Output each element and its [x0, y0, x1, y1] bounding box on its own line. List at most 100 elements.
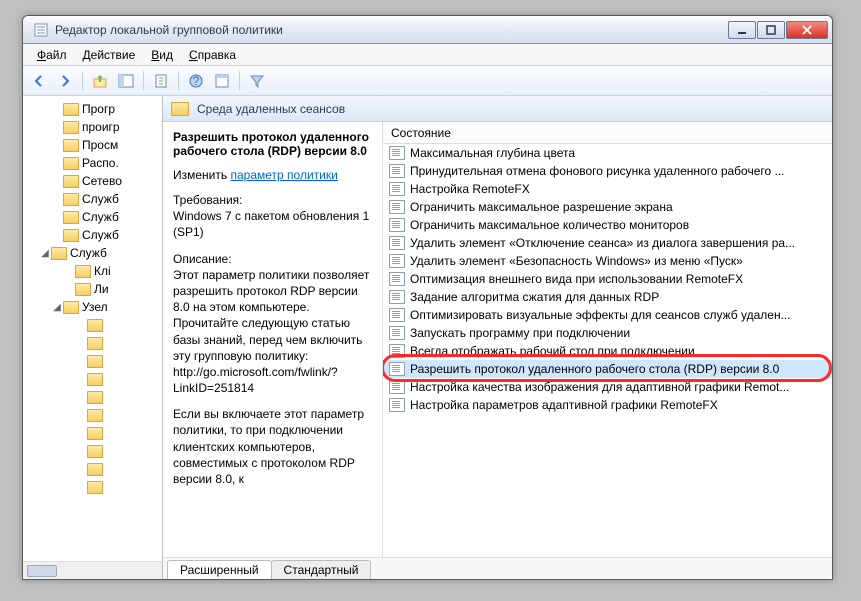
column-header-label: Состояние — [391, 126, 451, 140]
tree-item[interactable]: Служб — [25, 208, 162, 226]
description-heading: Описание: — [173, 251, 372, 267]
tree-item[interactable]: Сетево — [25, 172, 162, 190]
setting-icon — [389, 398, 405, 412]
setting-icon — [389, 146, 405, 160]
toolbar-separator — [82, 71, 83, 91]
setting-label: Максимальная глубина цвета — [410, 146, 575, 160]
setting-row[interactable]: Ограничить максимальное разрешение экран… — [383, 198, 832, 216]
setting-row[interactable]: Максимальная глубина цвета — [383, 144, 832, 162]
tree-item-label: Ли — [94, 282, 109, 296]
setting-icon — [389, 164, 405, 178]
setting-row[interactable]: Запускать программу при подключении — [383, 324, 832, 342]
setting-row[interactable]: Задание алгоритма сжатия для данных RDP — [383, 288, 832, 306]
tree-item-label: проигр — [82, 120, 120, 134]
right-pane: Среда удаленных сеансов Разрешить проток… — [163, 96, 832, 579]
tree-item[interactable] — [25, 316, 162, 334]
tree-pane: ПрогрпроигрПросмРаспо.СетевоСлужбСлужбСл… — [23, 96, 163, 579]
setting-row[interactable]: Ограничить максимальное количество монит… — [383, 216, 832, 234]
up-level-button[interactable] — [88, 69, 112, 93]
menu-file[interactable]: ФФайлайл — [29, 46, 75, 64]
tree-item[interactable]: Клі — [25, 262, 162, 280]
filter-button[interactable] — [245, 69, 269, 93]
folder-icon — [87, 463, 103, 476]
help-button[interactable]: ? — [184, 69, 208, 93]
tree-item[interactable] — [25, 442, 162, 460]
tab-extended[interactable]: Расширенный — [167, 560, 272, 579]
tree-item[interactable]: Просм — [25, 136, 162, 154]
setting-row[interactable]: Удалить элемент «Отключение сеанса» из д… — [383, 234, 832, 252]
folder-icon — [87, 445, 103, 458]
heading-text: Среда удаленных сеансов — [197, 102, 345, 116]
setting-row[interactable]: Настройка RemoteFX — [383, 180, 832, 198]
folder-icon — [87, 337, 103, 350]
setting-row[interactable]: Оптимизировать визуальные эффекты для се… — [383, 306, 832, 324]
tree[interactable]: ПрогрпроигрПросмРаспо.СетевоСлужбСлужбСл… — [23, 96, 162, 561]
folder-icon — [87, 391, 103, 404]
tree-item[interactable]: Ли — [25, 280, 162, 298]
tree-expander[interactable]: ◢ — [51, 302, 63, 313]
tree-item-label: Клі — [94, 264, 111, 278]
tree-item[interactable] — [25, 370, 162, 388]
toolbar-separator — [178, 71, 179, 91]
setting-row[interactable]: Разрешить протокол удаленного рабочего с… — [383, 360, 832, 378]
tree-item[interactable] — [25, 424, 162, 442]
tree-item[interactable] — [25, 460, 162, 478]
setting-row[interactable]: Настройка параметров адаптивной графики … — [383, 396, 832, 414]
tree-expander[interactable]: ◢ — [39, 248, 51, 259]
tree-item[interactable] — [25, 334, 162, 352]
folder-icon — [63, 103, 79, 116]
tree-item[interactable]: Служб — [25, 226, 162, 244]
tree-item[interactable] — [25, 352, 162, 370]
tree-item[interactable] — [25, 478, 162, 496]
forward-button[interactable] — [53, 69, 77, 93]
tree-item[interactable]: ◢ Узел — [25, 298, 162, 316]
tree-item[interactable] — [25, 406, 162, 424]
tree-item[interactable] — [25, 388, 162, 406]
tree-item-label: Узел — [82, 300, 108, 314]
setting-row[interactable]: Принудительная отмена фонового рисунка у… — [383, 162, 832, 180]
setting-row[interactable]: Настройка качества изображения для адапт… — [383, 378, 832, 396]
edit-policy-link[interactable]: параметр политики — [230, 168, 337, 182]
minimize-button[interactable] — [728, 21, 756, 39]
menu-view[interactable]: Вид — [143, 46, 181, 64]
setting-icon — [389, 344, 405, 358]
tree-item[interactable]: Служб — [25, 190, 162, 208]
export-button[interactable] — [149, 69, 173, 93]
list-column-header[interactable]: Состояние — [383, 122, 832, 144]
maximize-button[interactable] — [757, 21, 785, 39]
close-button[interactable] — [786, 21, 828, 39]
setting-icon — [389, 380, 405, 394]
folder-icon — [63, 229, 79, 242]
setting-label: Настройка параметров адаптивной графики … — [410, 398, 718, 412]
setting-row[interactable]: Всегда отображать рабочий стол при подкл… — [383, 342, 832, 360]
description-pane: Разрешить протокол удаленного рабочего с… — [163, 122, 383, 557]
tree-item[interactable]: Прогр — [25, 100, 162, 118]
tree-item-label: Служб — [70, 246, 107, 260]
tree-item-label: Служб — [82, 192, 119, 206]
properties-button[interactable] — [210, 69, 234, 93]
tree-item[interactable]: Распо. — [25, 154, 162, 172]
tab-standard[interactable]: Стандартный — [271, 560, 372, 579]
folder-icon — [75, 283, 91, 296]
tree-h-scrollbar[interactable] — [23, 561, 162, 579]
show-hide-tree-button[interactable] — [114, 69, 138, 93]
setting-row[interactable]: Оптимизация внешнего вида при использова… — [383, 270, 832, 288]
setting-icon — [389, 308, 405, 322]
menu-action[interactable]: Действие — [75, 46, 144, 64]
selected-policy-title: Разрешить протокол удаленного рабочего с… — [173, 130, 372, 158]
setting-row[interactable]: Удалить элемент «Безопасность Windows» и… — [383, 252, 832, 270]
settings-list[interactable]: Максимальная глубина цвета Принудительная… — [383, 144, 832, 557]
back-button[interactable] — [27, 69, 51, 93]
scrollbar-thumb[interactable] — [27, 565, 57, 577]
folder-icon — [63, 121, 79, 134]
toolbar-separator — [143, 71, 144, 91]
folder-icon — [87, 355, 103, 368]
setting-label: Разрешить протокол удаленного рабочего с… — [410, 362, 779, 376]
tree-item[interactable]: ◢ Служб — [25, 244, 162, 262]
setting-label: Оптимизировать визуальные эффекты для се… — [410, 308, 791, 322]
menu-help[interactable]: Справка — [181, 46, 244, 64]
requirements-block: Требования: Windows 7 с пакетом обновлен… — [173, 192, 372, 241]
tree-item[interactable]: проигр — [25, 118, 162, 136]
setting-icon — [389, 362, 405, 376]
app-window: Редактор локальной групповой политики ФФ… — [22, 15, 833, 580]
